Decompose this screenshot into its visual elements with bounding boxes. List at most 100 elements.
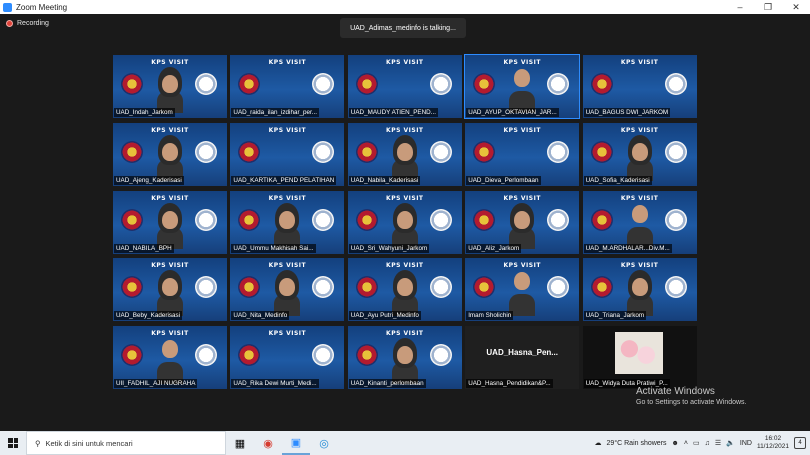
participant-video xyxy=(274,202,301,249)
notification-icon[interactable]: 4 xyxy=(794,437,806,449)
zoom-taskbar-icon[interactable]: ▣ xyxy=(282,431,310,455)
emblem-left-icon xyxy=(473,208,496,231)
microphone-icon[interactable]: ♫ xyxy=(705,440,710,447)
participant-tile[interactable]: KPS VISIT UAD_Nita_Medinfo xyxy=(230,258,345,322)
participant-tile[interactable]: KPS VISIT UAD_AYUP_OKTAVIAN_JAR... xyxy=(464,54,581,119)
emblem-left-icon xyxy=(355,140,378,163)
participant-tile[interactable]: UAD_Widya Duta Pratiwi_P... xyxy=(582,326,697,390)
participant-name: UAD_Nita_Medinfo xyxy=(231,311,290,321)
search-icon: ⚲ xyxy=(35,438,41,448)
notification-count: 4 xyxy=(798,440,802,446)
participant-name: UAD_Kinanti_perlombaan xyxy=(348,379,426,389)
participant-tile[interactable]: KPS VISIT UAD_Dieva_Perlombaan xyxy=(465,122,580,186)
participant-tile[interactable]: KPS VISIT UAD_Sofia_Kaderisasi xyxy=(582,122,697,186)
participant-tile[interactable]: KPS VISIT UAD_Beby_Kaderisasi xyxy=(113,258,227,322)
participant-name: UII_FADHIL_AJI NUGRAHA xyxy=(114,379,198,389)
participant-tile[interactable]: KPS VISIT UAD_Triana_Jarkom xyxy=(582,258,697,322)
kps-visit-banner: KPS VISIT xyxy=(503,126,541,134)
emblem-right-icon xyxy=(195,73,217,95)
recording-indicator[interactable]: Recording xyxy=(6,20,49,27)
emblem-right-icon xyxy=(429,208,452,231)
start-button[interactable] xyxy=(0,431,26,455)
participant-tile[interactable]: KPS VISIT UAD_M.ARDHALAR...Div.M... xyxy=(582,190,697,254)
participant-tile[interactable]: KPS VISIT UAD_Nabila_Kaderisasi xyxy=(347,122,462,186)
participant-video xyxy=(157,134,183,181)
task-view-icon[interactable]: ▦ xyxy=(226,431,254,455)
battery-icon[interactable]: ▭ xyxy=(693,439,700,447)
participant-tile[interactable]: KPS VISIT UII_FADHIL_AJI NUGRAHA xyxy=(113,326,227,390)
talking-indicator: UAD_Adimas_medinfo is talking... xyxy=(340,18,466,38)
participant-tile[interactable]: UAD_Hasna_Pen... UAD_Hasna_Pendidikan&P..… xyxy=(465,326,580,390)
restore-icon[interactable]: ❐ xyxy=(754,0,782,14)
participant-tile[interactable]: KPS VISIT UAD_Ummu Makhisah Sai... xyxy=(230,190,345,254)
participant-tile[interactable]: KPS VISIT UAD_MAUDY ATIEN_PEND... xyxy=(347,55,462,118)
kps-visit-banner: KPS VISIT xyxy=(620,194,659,202)
participant-tile[interactable]: KPS VISIT UAD_KARTIKA_PEND PELATIHAN xyxy=(230,122,345,186)
emblem-left-icon xyxy=(590,208,613,231)
emblem-left-icon xyxy=(121,208,143,231)
emblem-left-icon xyxy=(473,140,496,163)
emblem-right-icon xyxy=(195,140,217,163)
volume-icon[interactable]: 🔈 xyxy=(726,439,735,447)
emblem-right-icon xyxy=(312,208,335,231)
emblem-right-icon xyxy=(195,208,217,231)
edge-icon[interactable]: ◎ xyxy=(310,431,338,455)
kps-visit-banner: KPS VISIT xyxy=(151,330,189,338)
emblem-left-icon xyxy=(590,140,613,163)
emblem-left-icon xyxy=(355,208,378,231)
participant-video xyxy=(509,202,536,249)
emblem-right-icon xyxy=(429,344,452,367)
people-icon[interactable]: ☻ xyxy=(672,440,679,447)
clock[interactable]: 16:02 11/12/2021 xyxy=(757,435,789,451)
participant-video xyxy=(391,270,418,317)
participant-name: UAD_M.ARDHALAR...Div.M... xyxy=(583,243,672,253)
network-icon[interactable]: ☰ xyxy=(715,439,721,447)
window-title: Zoom Meeting xyxy=(16,2,68,12)
gallery-grid: KPS VISIT UAD_Indah_Jarkom KPS VISIT UAD_ra… xyxy=(113,54,698,390)
kps-visit-banner: KPS VISIT xyxy=(386,59,424,66)
zoom-logo-icon xyxy=(3,2,12,12)
language-indicator[interactable]: IND xyxy=(740,440,752,447)
participant-name: UAD_Ummu Makhisah Sai... xyxy=(231,243,316,253)
participant-name: UAD_BAGUS DWI_JARKOM xyxy=(583,108,671,117)
participant-name: UAD_Sri_Wahyuni_Jarkom xyxy=(348,243,430,253)
system-tray: ☁ 29°C Rain showers ☻ ˄ ▭ ♫ ☰ 🔈 IND 16:0… xyxy=(595,431,810,455)
taskbar: ⚲ Ketik di sini untuk mencari ▦ ◉ ▣ ◎ ☁ … xyxy=(0,431,810,455)
participant-tile[interactable]: KPS VISIT UAD_raida_ilan_izdihar_per... xyxy=(230,55,345,118)
participant-tile[interactable]: KPS VISIT UAD_Indah_Jarkom xyxy=(113,55,227,118)
emblem-left-icon xyxy=(238,208,261,231)
emblem-right-icon xyxy=(429,140,452,163)
kps-visit-banner: KPS VISIT xyxy=(268,126,307,134)
minimize-icon[interactable]: – xyxy=(726,0,754,14)
emblem-left-icon xyxy=(590,276,613,299)
participant-tile[interactable]: KPS VISIT UAD_Aliz_Jarkom xyxy=(465,190,580,254)
close-icon[interactable]: ✕ xyxy=(782,0,810,14)
participant-video xyxy=(157,67,183,113)
participant-name: UAD_Dieva_Perlombaan xyxy=(466,175,541,185)
weather-text[interactable]: 29°C Rain showers xyxy=(607,440,667,447)
participant-tile[interactable]: KPS VISIT UAD_NABILA_BPH xyxy=(113,190,227,254)
participant-video xyxy=(391,202,418,249)
kps-visit-banner: KPS VISIT xyxy=(503,59,541,66)
chevron-up-icon[interactable]: ˄ xyxy=(684,440,688,447)
participant-tile[interactable]: KPS VISIT Imam Sholichin xyxy=(465,258,580,322)
participant-tile[interactable]: KPS VISIT UAD_Ayu Putri_Medinfo xyxy=(347,258,462,322)
emblem-left-icon xyxy=(590,73,613,95)
emblem-left-icon xyxy=(121,73,143,95)
chrome-icon[interactable]: ◉ xyxy=(254,431,282,455)
participant-tile[interactable]: KPS VISIT UAD_Sri_Wahyuni_Jarkom xyxy=(347,190,462,254)
participant-tile[interactable]: KPS VISIT UAD_Rika Dewi Murti_Medi... xyxy=(230,326,345,390)
participant-display-name: UAD_Hasna_Pen... xyxy=(486,348,558,358)
weather-icon: ☁ xyxy=(594,440,602,447)
kps-visit-banner: KPS VISIT xyxy=(503,262,541,270)
window-titlebar: Zoom Meeting – ❐ ✕ xyxy=(0,0,810,14)
participant-video xyxy=(157,202,183,249)
participant-tile[interactable]: KPS VISIT UAD_Ajeng_Kaderisasi xyxy=(113,122,227,186)
participant-name: UAD_Beby_Kaderisasi xyxy=(114,311,183,321)
kps-visit-banner: KPS VISIT xyxy=(268,330,307,338)
participant-tile[interactable]: KPS VISIT UAD_Kinanti_perlombaan xyxy=(347,326,462,390)
participant-video xyxy=(626,270,653,317)
taskbar-search[interactable]: ⚲ Ketik di sini untuk mencari xyxy=(26,431,226,455)
participant-tile[interactable]: KPS VISIT UAD_BAGUS DWI_JARKOM xyxy=(582,55,697,118)
participant-name: UAD_AYUP_OKTAVIAN_JAR... xyxy=(466,108,559,117)
